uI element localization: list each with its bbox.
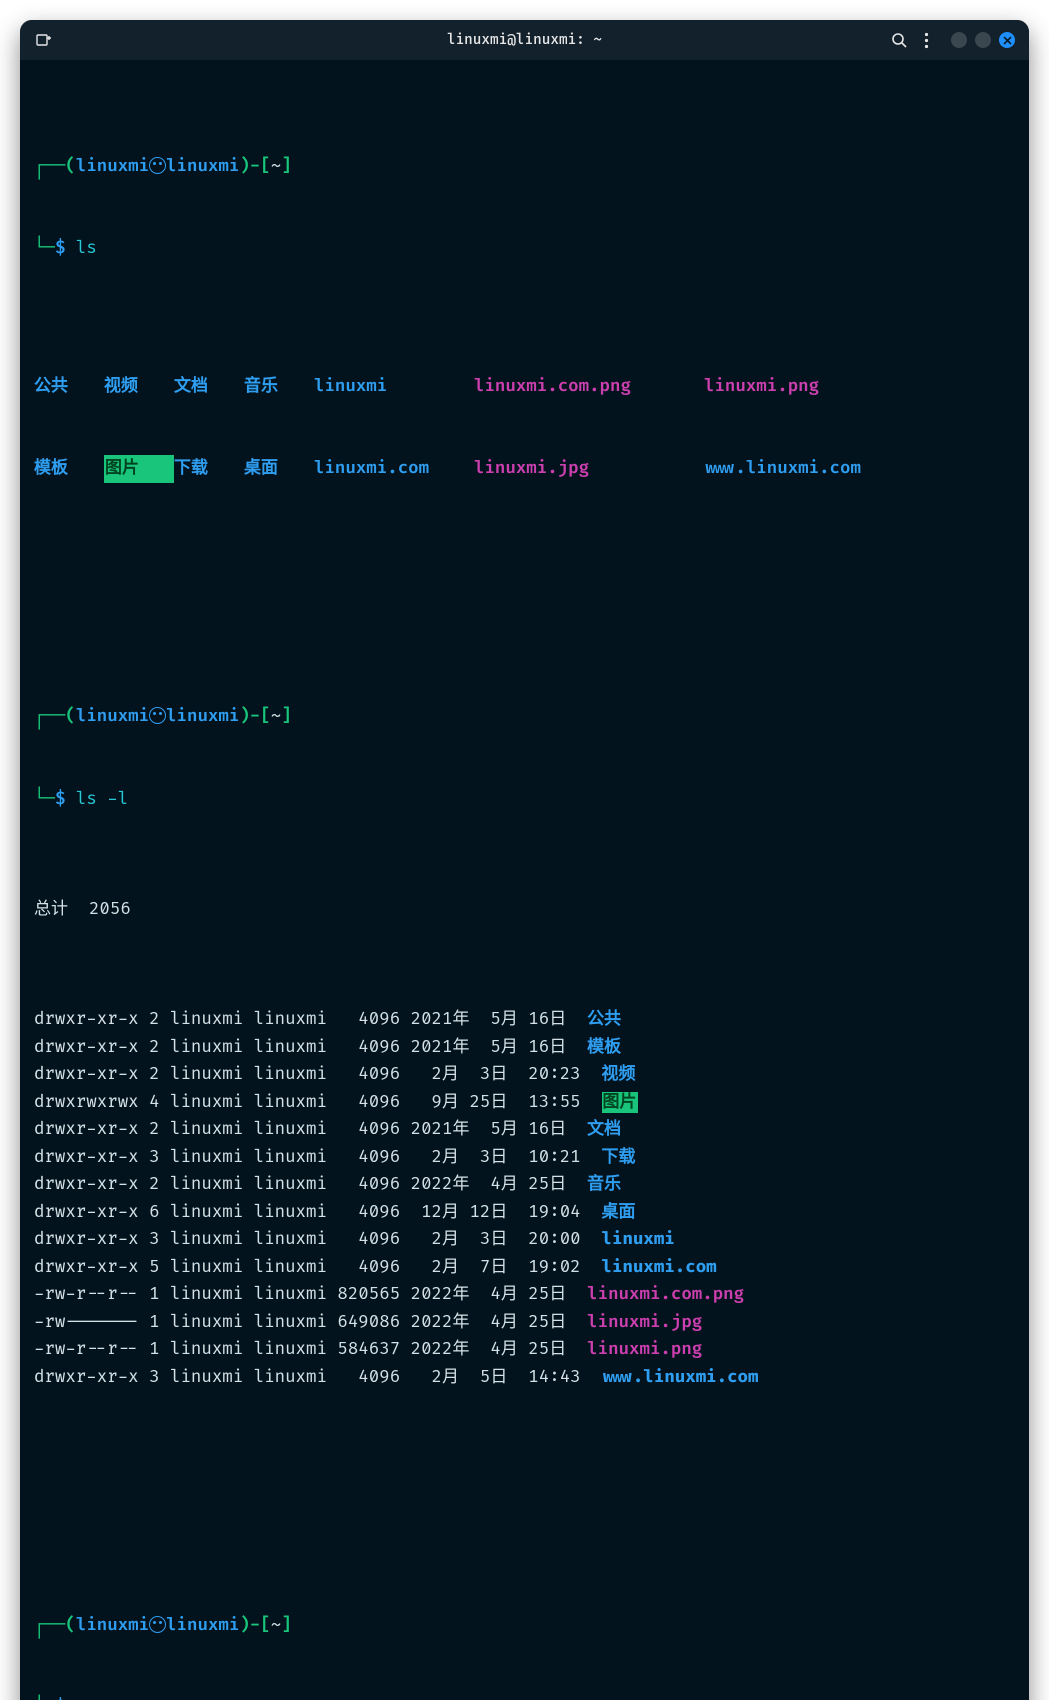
ls-long-row: drwxr-xr-x 3 linuxmi linuxmi 4096 2月 3日 … [34, 1144, 1015, 1172]
dir-name: 模板 [34, 455, 104, 483]
ls-long-row: drwxr-xr-x 2 linuxmi linuxmi 4096 2022年 … [34, 1171, 1015, 1199]
skull-icon [149, 1616, 166, 1633]
skull-icon [149, 707, 166, 724]
file-name: 音乐 [587, 1174, 621, 1195]
dir-name: linuxmi [314, 373, 474, 401]
ls-long-output: drwxr-xr-x 2 linuxmi linuxmi 4096 2021年 … [34, 1006, 1015, 1391]
file-name: linuxmi.png [704, 373, 904, 401]
prompt-line: ┌──(linuxmilinuxmi)-[~] [34, 1612, 1015, 1640]
file-name: 图片 [602, 1092, 638, 1113]
file-name: 公共 [587, 1009, 621, 1030]
terminal-window: linuxmi@linuxmi: ~ ┌──(linuxmilinuxmi)-[… [20, 20, 1029, 1700]
dir-name: 文档 [174, 373, 244, 401]
prompt-line: ┌──(linuxmilinuxmi)-[~] [34, 153, 1015, 181]
maximize-button[interactable] [975, 32, 991, 48]
file-name: linuxmi.com.png [587, 1284, 744, 1305]
file-name: linuxmi.com [602, 1257, 717, 1278]
file-name: linuxmi.png [587, 1339, 702, 1360]
dir-name: 下载 [174, 455, 244, 483]
ls-long-row: drwxr-xr-x 3 linuxmi linuxmi 4096 2月 3日 … [34, 1226, 1015, 1254]
ls-long-row: drwxr-xr-x 2 linuxmi linuxmi 4096 2021年 … [34, 1006, 1015, 1034]
ls-long-row: drwxr-xr-x 3 linuxmi linuxmi 4096 2月 5日 … [34, 1364, 1015, 1392]
file-name: 视频 [602, 1064, 636, 1085]
minimize-button[interactable] [951, 32, 967, 48]
window-title: linuxmi@linuxmi: ~ [20, 32, 1029, 49]
dir-name: www.linuxmi.com [704, 455, 904, 483]
file-name: linuxmi.com.png [474, 373, 704, 401]
dir-name: 视频 [104, 373, 174, 401]
ls-long-row: drwxrwxrwx 4 linuxmi linuxmi 4096 9月 25日… [34, 1089, 1015, 1117]
ls-long-row: drwxr-xr-x 5 linuxmi linuxmi 4096 2月 7日 … [34, 1254, 1015, 1282]
ls-long-row: drwxr-xr-x 6 linuxmi linuxmi 4096 12月 12… [34, 1199, 1015, 1227]
file-name: 模板 [587, 1037, 621, 1058]
file-name: linuxmi [602, 1229, 675, 1250]
ls-long-row: drwxr-xr-x 2 linuxmi linuxmi 4096 2021年 … [34, 1116, 1015, 1144]
command-line[interactable]: └─$ [34, 1694, 1015, 1700]
dir-name: 桌面 [244, 455, 314, 483]
ls-long-row: -rw------- 1 linuxmi linuxmi 649086 2022… [34, 1309, 1015, 1337]
skull-icon [149, 157, 166, 174]
file-name: 桌面 [602, 1202, 636, 1223]
menu-icon[interactable] [924, 32, 929, 49]
dir-name: 音乐 [244, 373, 314, 401]
command-line: └─$ ls [34, 235, 1015, 263]
file-name: 下载 [602, 1147, 636, 1168]
terminal-body[interactable]: ┌──(linuxmilinuxmi)-[~] └─$ ls 公共 视频 文档 … [20, 60, 1029, 1700]
file-name: 文档 [587, 1119, 621, 1140]
file-name: linuxmi.jpg [474, 455, 704, 483]
file-name: www.linuxmi.com [602, 1367, 759, 1388]
ls-output-row: 公共 视频 文档 音乐 linuxmi linuxmi.com.png linu… [34, 373, 1015, 401]
window-controls [951, 32, 1015, 48]
close-button[interactable] [999, 32, 1015, 48]
dir-name: 图片 [104, 455, 174, 483]
ls-long-row: -rw-r--r-- 1 linuxmi linuxmi 820565 2022… [34, 1281, 1015, 1309]
prompt-line: ┌──(linuxmilinuxmi)-[~] [34, 703, 1015, 731]
ls-total: 总计 2056 [34, 896, 1015, 924]
search-icon[interactable] [891, 32, 908, 49]
dir-name: linuxmi.com [314, 455, 474, 483]
new-tab-icon[interactable] [34, 31, 52, 49]
titlebar[interactable]: linuxmi@linuxmi: ~ [20, 20, 1029, 60]
file-name: linuxmi.jpg [587, 1312, 702, 1333]
ls-long-row: -rw-r--r-- 1 linuxmi linuxmi 584637 2022… [34, 1336, 1015, 1364]
ls-long-row: drwxr-xr-x 2 linuxmi linuxmi 4096 2月 3日 … [34, 1061, 1015, 1089]
ls-long-row: drwxr-xr-x 2 linuxmi linuxmi 4096 2021年 … [34, 1034, 1015, 1062]
command-line: └─$ ls -l [34, 786, 1015, 814]
ls-output-row: 模板 图片 下载 桌面 linuxmi.com linuxmi.jpg www.… [34, 455, 1015, 483]
dir-name: 公共 [34, 373, 104, 401]
